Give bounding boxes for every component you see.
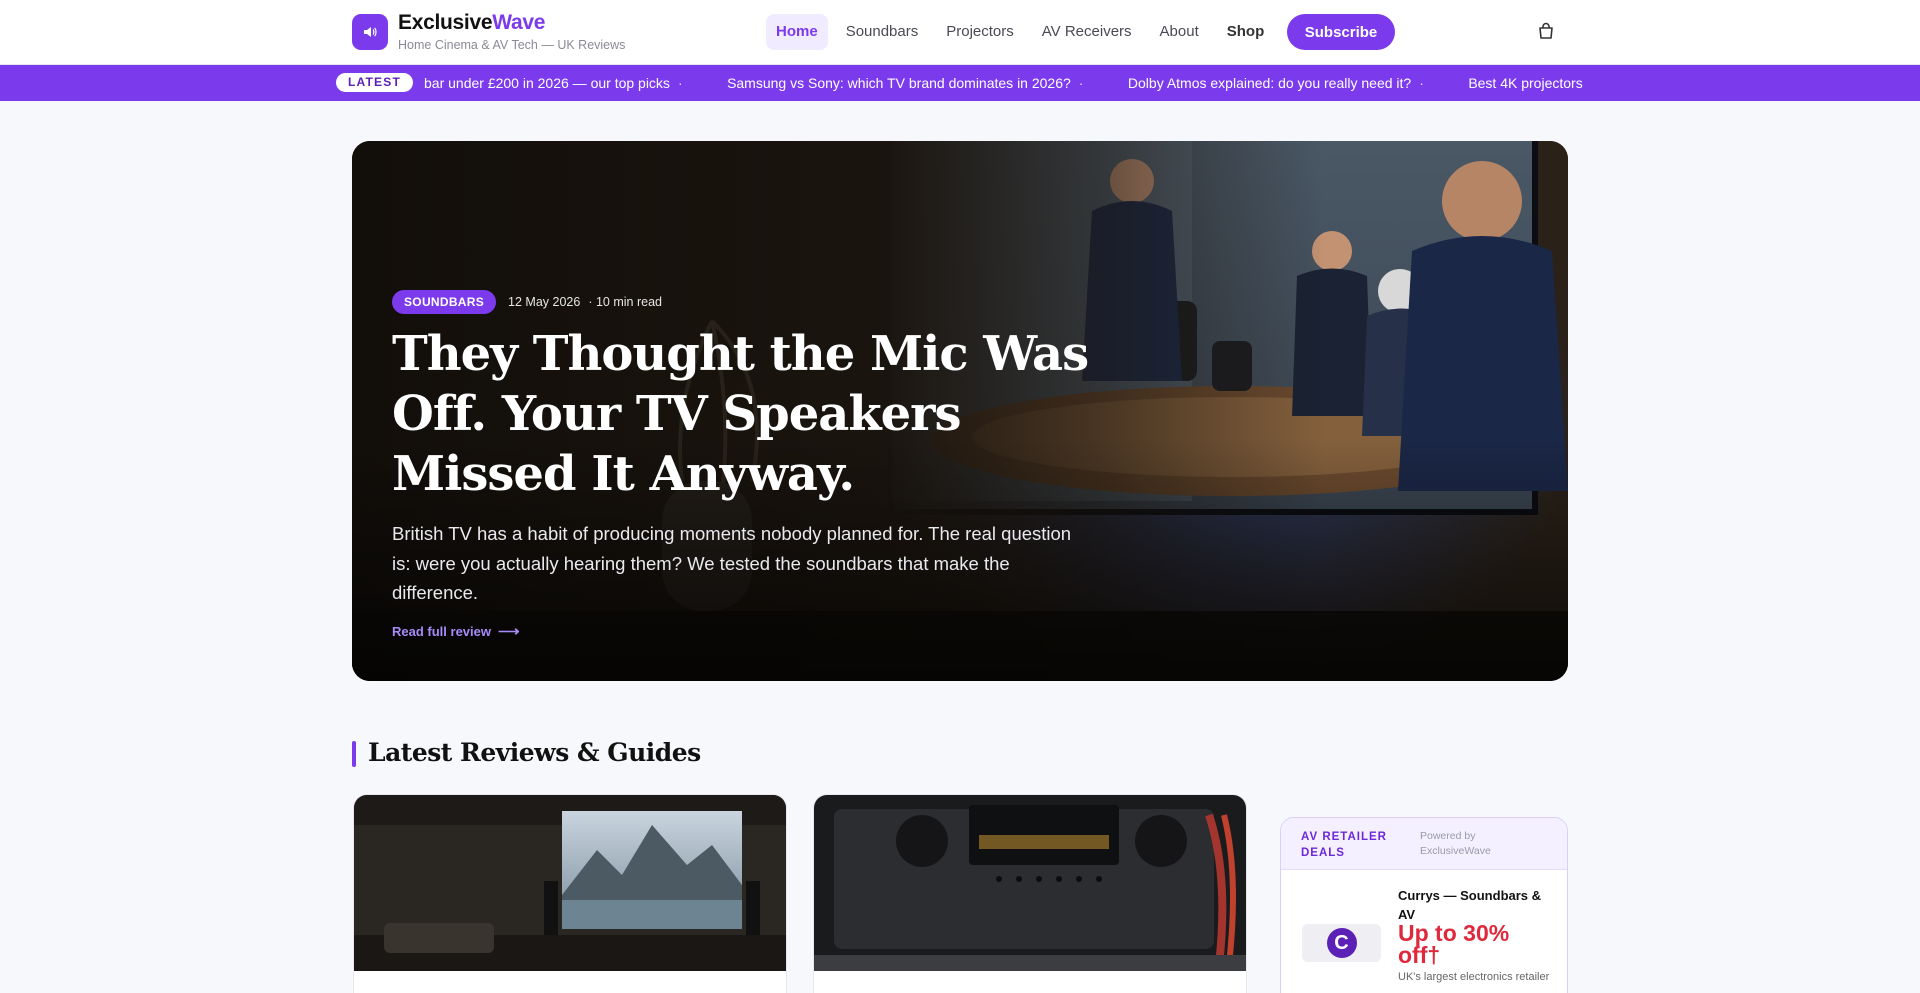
ticker-track: bar under £200 in 2026 — our top picks · … [424,65,1584,101]
card-image [814,795,1246,971]
hero-description: British TV has a habit of producing mome… [392,523,1072,603]
ad-header: AV RETAILER DEALS Powered by ExclusiveWa… [1281,818,1567,870]
ad-label: AV RETAILER DEALS [1301,831,1387,859]
site-header: ExclusiveWave Home Cinema & AV Tech — UK… [0,0,1920,65]
retailer-ad[interactable]: AV RETAILER DEALS Powered by ExclusiveWa… [1280,817,1568,993]
ticker-item[interactable]: Dolby Atmos explained: do you really nee… [1128,65,1424,101]
retailer-logo: C [1302,924,1381,962]
site-tagline: Home Cinema & AV Tech — UK Reviews [398,38,626,52]
nav-about[interactable]: About [1150,14,1209,50]
read-time: · 10 min read [588,295,662,309]
article-card[interactable] [353,794,787,993]
hero-feature[interactable]: SOUNDBARS 12 May 2026 · 10 min read They… [352,141,1568,681]
hero-meta: SOUNDBARS 12 May 2026 · 10 min read [392,290,662,314]
offer-text[interactable]: Up to 30% off† [1398,922,1548,967]
nav-av-receivers[interactable]: AV Receivers [1032,14,1142,50]
hero-title[interactable]: They Thought the Mic Was Off. Your TV Sp… [392,324,1132,504]
retailer-name[interactable]: Currys — Soundbars & AV [1398,886,1548,924]
shopping-bag-icon[interactable] [1536,21,1556,41]
nav-home[interactable]: Home [766,14,828,50]
nav-shop[interactable]: Shop [1217,14,1275,50]
card-image [354,795,786,971]
news-ticker: LATEST bar under £200 in 2026 — our top … [0,65,1920,101]
nav-soundbars[interactable]: Soundbars [836,14,929,50]
nav-projectors[interactable]: Projectors [936,14,1024,50]
subscribe-button[interactable]: Subscribe [1287,14,1395,50]
latest-badge: LATEST [336,73,413,92]
ticker-item[interactable]: bar under £200 in 2026 — our top picks · [424,65,683,101]
article-card[interactable] [813,794,1247,993]
ticker-item[interactable]: Best 4K projectors for home cinema [1468,65,1584,101]
category-badge[interactable]: SOUNDBARS [392,290,497,314]
publish-date: 12 May 2026 [508,295,581,309]
retailer-subtext: UK's largest electronics retailer [1398,971,1550,983]
section-title: Latest Reviews & Guides [368,738,701,767]
main-nav: Home Soundbars Projectors AV Receivers A… [766,14,1282,50]
ad-powered-by: Powered by ExclusiveWave [1420,830,1491,857]
site-logo-text[interactable]: ExclusiveWave [398,11,545,35]
speaker-icon[interactable] [352,14,388,50]
arrow-right-icon: ⟶ [497,623,520,640]
ticker-item[interactable]: Samsung vs Sony: which TV brand dominate… [727,65,1083,101]
read-full-review-link[interactable]: Read full review ⟶ [392,622,520,640]
section-accent-bar [352,741,356,767]
